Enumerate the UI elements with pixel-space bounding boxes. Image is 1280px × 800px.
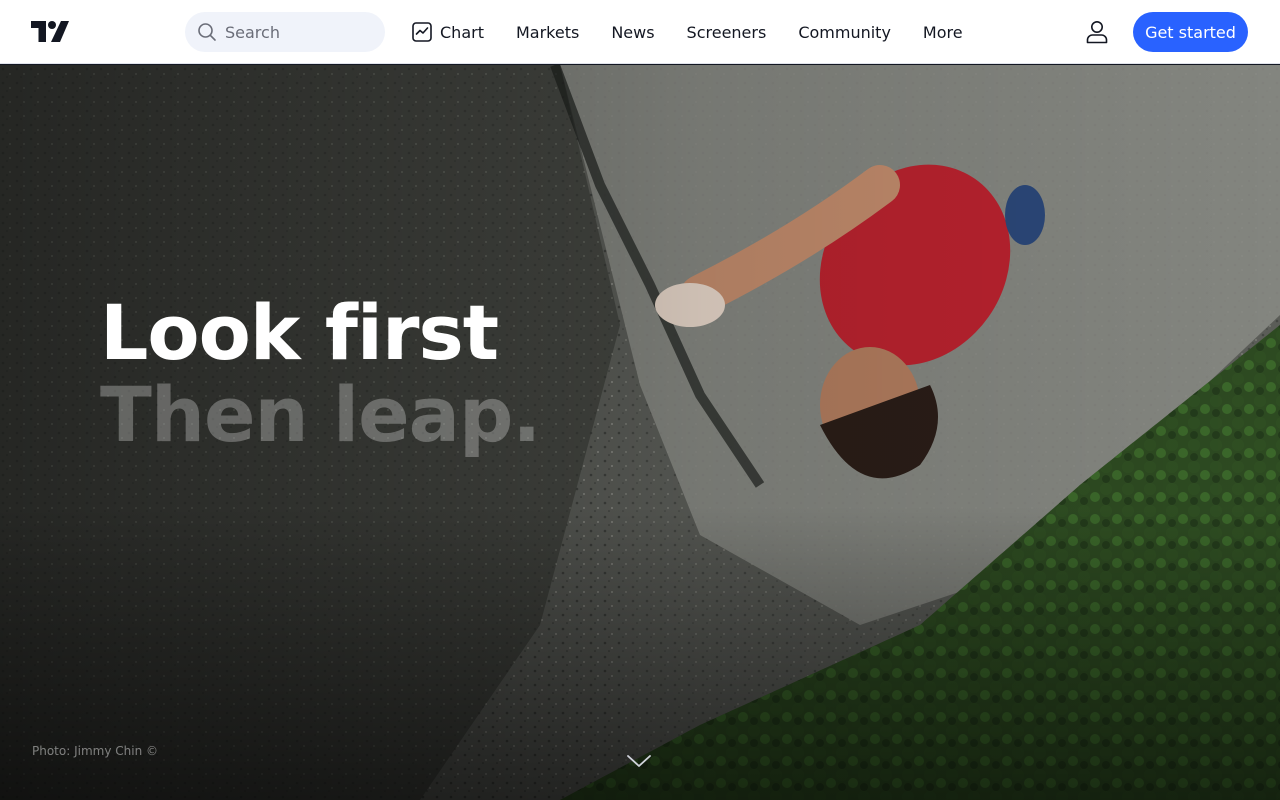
user-menu-button[interactable] — [1084, 18, 1110, 46]
chart-icon — [412, 22, 432, 42]
nav-chart-label: Chart — [440, 22, 484, 42]
nav-screeners[interactable]: Screeners — [687, 12, 767, 52]
photo-credit: Photo: Jimmy Chin © — [32, 744, 158, 758]
nav-news-label: News — [611, 22, 655, 42]
tradingview-logo-icon[interactable] — [31, 21, 69, 42]
nav-markets[interactable]: Markets — [516, 12, 579, 52]
top-header: Search Chart Markets News Screeners Comm… — [0, 0, 1280, 64]
nav-more[interactable]: More — [923, 12, 963, 52]
hero-headline-line2: Then leap. — [100, 370, 541, 459]
nav-markets-label: Markets — [515, 22, 580, 42]
get-started-button[interactable]: Get started — [1133, 12, 1248, 52]
hero-section: Look first Then leap. Photo: Jimmy Chin … — [0, 65, 1280, 800]
main-nav: Chart Markets News Screeners Community M… — [412, 0, 995, 64]
user-icon — [1086, 21, 1108, 44]
hero-headline-line1: Look first — [100, 288, 499, 377]
chevron-down-icon[interactable] — [626, 753, 652, 769]
search-icon — [198, 23, 216, 41]
nav-community-label: Community — [798, 22, 891, 42]
nav-screeners-label: Screeners — [686, 22, 767, 42]
search-placeholder: Search — [225, 22, 280, 42]
nav-chart[interactable]: Chart — [412, 12, 484, 52]
search-input[interactable]: Search — [185, 12, 385, 52]
nav-news[interactable]: News — [611, 12, 654, 52]
nav-community[interactable]: Community — [798, 12, 891, 52]
nav-more-label: More — [922, 22, 963, 42]
